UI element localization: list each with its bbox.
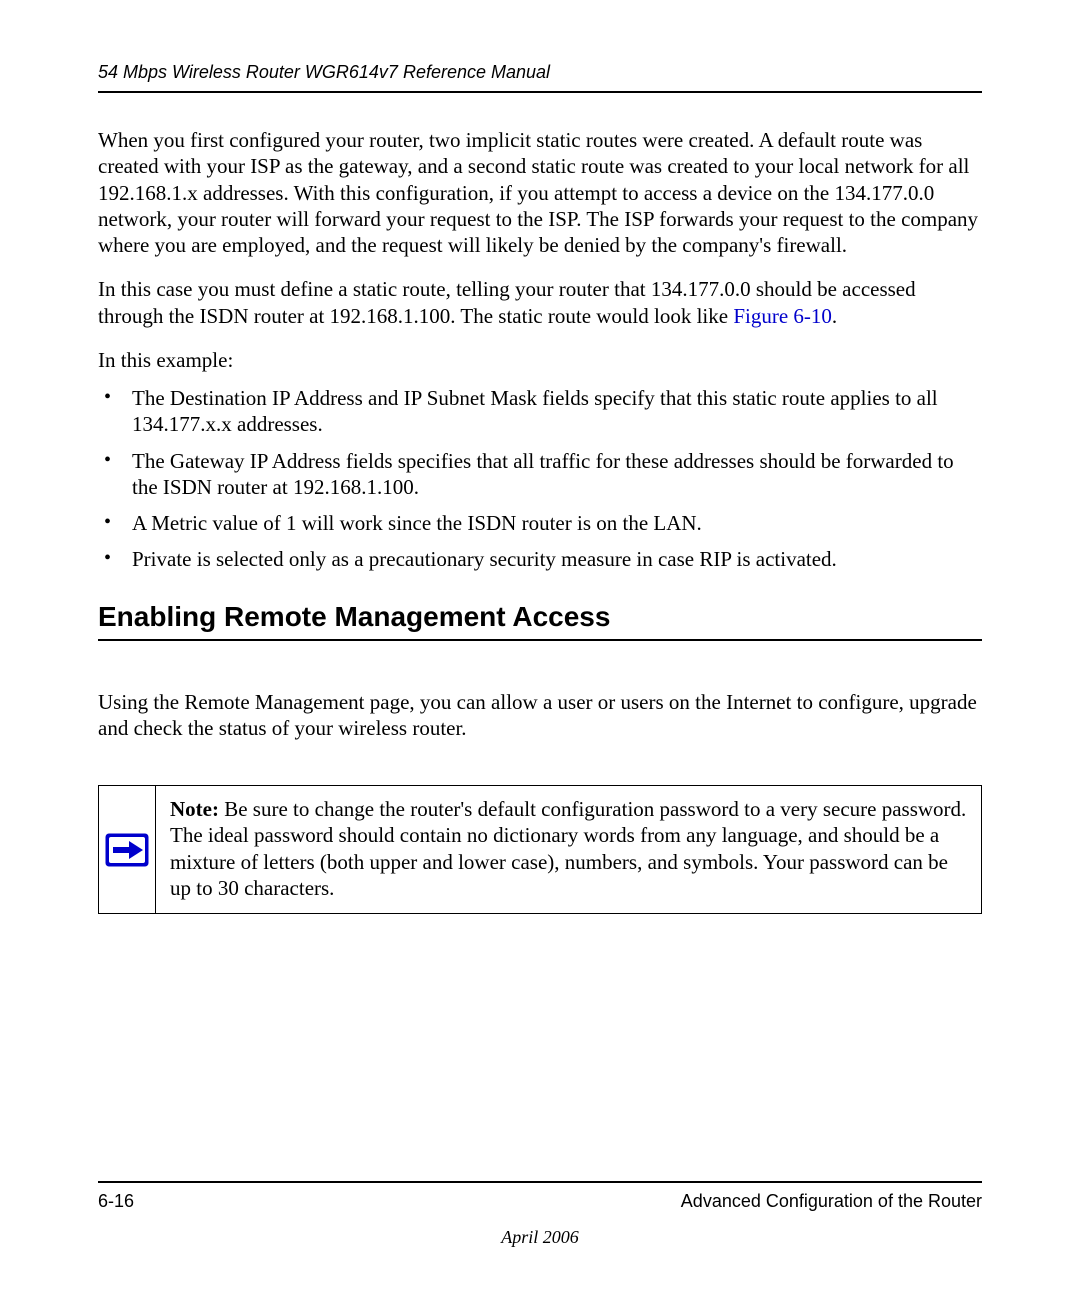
example-bullet-list: The Destination IP Address and IP Subnet… — [98, 385, 982, 573]
list-item: The Destination IP Address and IP Subnet… — [98, 385, 982, 438]
list-item: The Gateway IP Address fields specifies … — [98, 448, 982, 501]
chapter-title: Advanced Configuration of the Router — [681, 1191, 982, 1212]
page-number: 6-16 — [98, 1191, 134, 1212]
page-header: 54 Mbps Wireless Router WGR614v7 Referen… — [98, 62, 982, 93]
note-text: Be sure to change the router's default c… — [170, 797, 966, 900]
body-paragraph-1: When you first configured your router, t… — [98, 127, 982, 258]
list-item: A Metric value of 1 will work since the … — [98, 510, 982, 536]
header-title: 54 Mbps Wireless Router WGR614v7 Referen… — [98, 62, 550, 82]
note-text-cell: Note: Be sure to change the router's def… — [156, 785, 982, 914]
note-label: Note: — [170, 797, 219, 821]
footer-date: April 2006 — [0, 1227, 1080, 1248]
arrow-right-icon — [105, 833, 149, 867]
list-item: Private is selected only as a precaution… — [98, 546, 982, 572]
p2-text-after: . — [832, 304, 837, 328]
section-paragraph: Using the Remote Management page, you ca… — [98, 689, 982, 742]
example-intro: In this example: — [98, 347, 982, 373]
figure-link[interactable]: Figure 6-10 — [733, 304, 832, 328]
note-box: Note: Be sure to change the router's def… — [98, 785, 982, 914]
note-icon-cell — [98, 785, 156, 914]
page-footer: 6-16 Advanced Configuration of the Route… — [98, 1181, 982, 1212]
body-paragraph-2: In this case you must define a static ro… — [98, 276, 982, 329]
section-heading: Enabling Remote Management Access — [98, 601, 982, 641]
